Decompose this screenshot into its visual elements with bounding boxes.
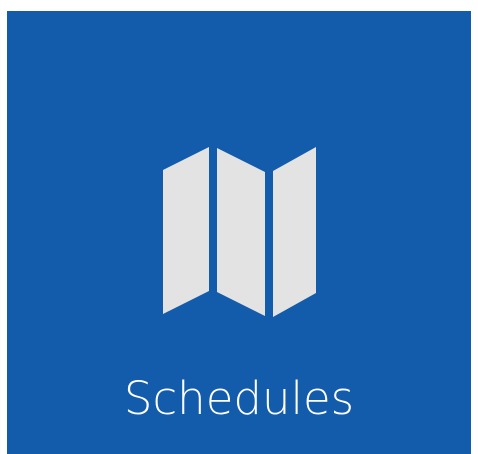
schedules-tile[interactable]: Schedules [7,11,471,454]
tile-label: Schedules [123,372,355,425]
